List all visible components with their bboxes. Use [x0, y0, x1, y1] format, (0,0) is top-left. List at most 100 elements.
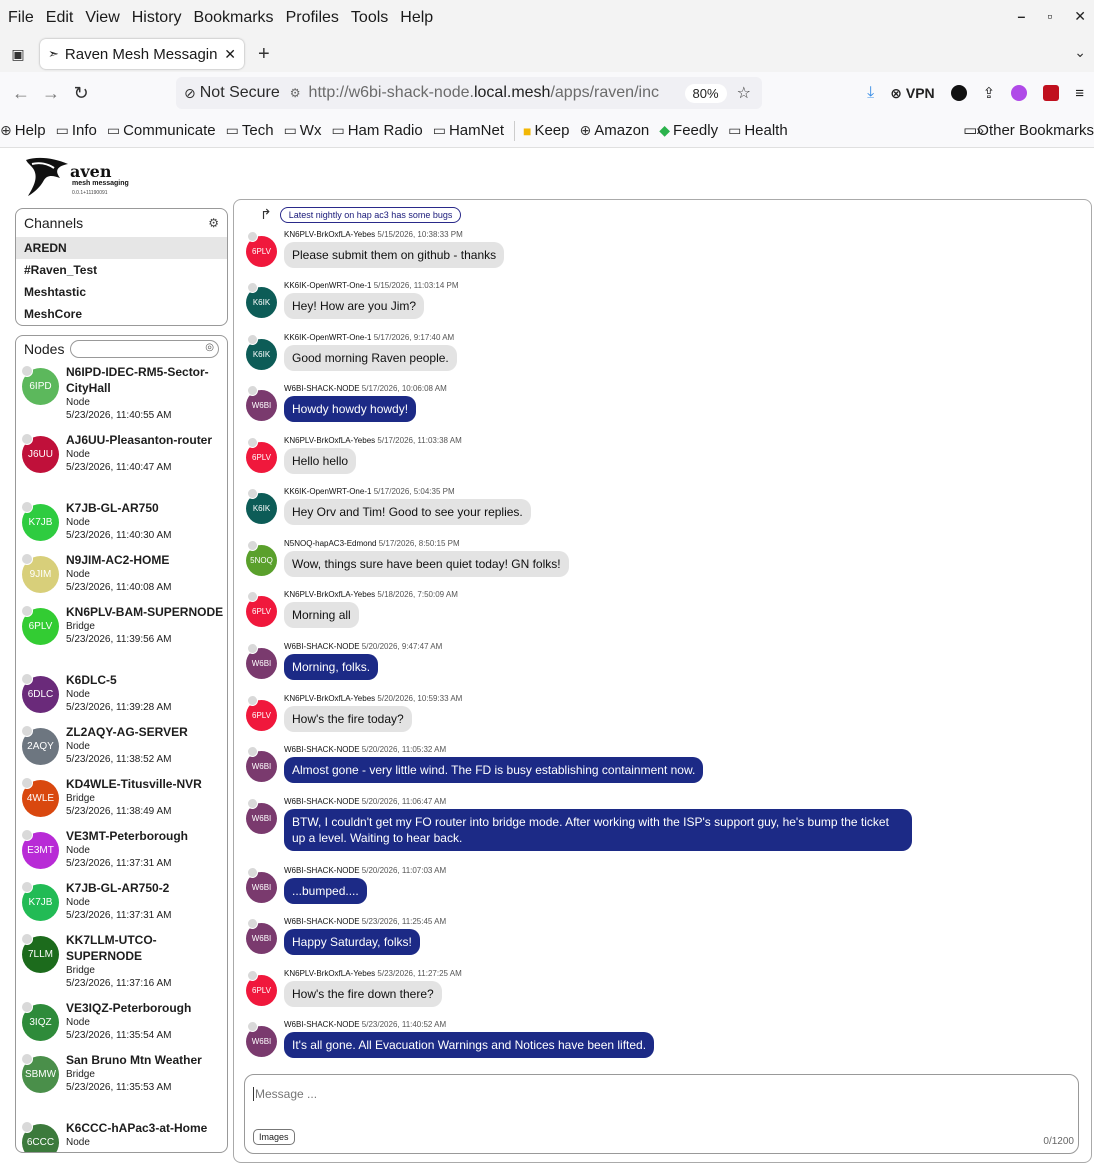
- node-item[interactable]: J6UU AJ6UU-Pleasanton-router Node 5/23/2026…: [16, 430, 227, 498]
- node-item[interactable]: 9JIM N9JIM-AC2-HOME Node 5/23/2026, 11:40:0…: [16, 550, 227, 602]
- bookmark-tech[interactable]: ▭ Tech: [226, 122, 274, 139]
- menu-profiles[interactable]: Profiles: [286, 9, 339, 27]
- menu-edit[interactable]: Edit: [46, 9, 74, 27]
- menu-bookmarks[interactable]: Bookmarks: [194, 9, 274, 27]
- bookmark-keep[interactable]: ■ Keep: [523, 122, 570, 139]
- menu-tools[interactable]: Tools: [351, 9, 388, 27]
- node-search-input[interactable]: ◎: [70, 340, 219, 358]
- app-menu-icon[interactable]: ≡: [1075, 85, 1084, 102]
- node-item[interactable]: 7LLM KK7LLM-UTCO-SUPERNODE Bridge 5/23/2026…: [16, 930, 227, 998]
- back-icon[interactable]: ←: [6, 83, 36, 104]
- reload-icon[interactable]: ↻: [66, 83, 96, 104]
- message-bubble[interactable]: Hello hello: [284, 448, 357, 474]
- node-item[interactable]: 6DLC K6DLC-5 Node 5/23/2026, 11:39:28 AM: [16, 670, 227, 722]
- reply-preview[interactable]: ↱ Latest nightly on hap ac3 has some bug…: [260, 206, 462, 223]
- message-sender[interactable]: W6BI-SHACK-NODE: [284, 866, 360, 875]
- message-bubble[interactable]: Morning all: [284, 602, 359, 628]
- message-sender[interactable]: KN6PLV-BrkOxfLA-Yebes: [284, 969, 375, 978]
- bookmark-amazon[interactable]: ⊕ Amazon: [580, 122, 650, 139]
- bookmark-ham-radio[interactable]: ▭ Ham Radio: [331, 122, 422, 139]
- bookmark-feedly[interactable]: ◆ Feedly: [659, 122, 718, 139]
- node-item[interactable]: E3MT VE3MT-Peterborough Node 5/23/2026, 11:…: [16, 826, 227, 878]
- close-tab-icon[interactable]: ✕: [224, 46, 236, 63]
- node-item[interactable]: 6CCC K6CCC-hAPac3-at-Home Node: [16, 1118, 227, 1152]
- message-sender[interactable]: KN6PLV-BrkOxfLA-Yebes: [284, 230, 375, 239]
- share-icon[interactable]: ⇪: [983, 84, 996, 102]
- message-composer[interactable]: Message ... Images 0/1200: [244, 1074, 1079, 1154]
- download-icon[interactable]: ⤓: [867, 84, 874, 102]
- message-sender[interactable]: KK6IK-OpenWRT-One-1: [284, 333, 371, 342]
- bookmark-info[interactable]: ▭ Info: [56, 122, 97, 139]
- chevron-down-icon[interactable]: ⌄: [1074, 44, 1086, 61]
- message-bubble[interactable]: Good morning Raven people.: [284, 345, 457, 371]
- menu-view[interactable]: View: [85, 9, 119, 27]
- message-sender[interactable]: W6BI-SHACK-NODE: [284, 797, 360, 806]
- record-extension-icon[interactable]: [950, 85, 967, 101]
- close-window-icon[interactable]: ✕: [1074, 8, 1086, 25]
- images-button[interactable]: Images: [253, 1129, 295, 1145]
- zoom-badge[interactable]: 80%: [684, 83, 727, 103]
- node-item[interactable]: 3IQZ VE3IQZ-Peterborough Node 5/23/2026, 11…: [16, 998, 227, 1050]
- message-input[interactable]: Message ...: [253, 1087, 317, 1101]
- node-item[interactable]: 2AQY ZL2AQY-AG-SERVER Node 5/23/2026, 11:38…: [16, 722, 227, 774]
- minimize-icon[interactable]: –: [1018, 8, 1026, 25]
- menu-file[interactable]: File: [8, 9, 34, 27]
- bookmark-communicate[interactable]: ▭ Communicate: [107, 122, 216, 139]
- vpn-button[interactable]: ⊗ VPN: [890, 85, 934, 102]
- maximize-icon[interactable]: ▫: [1047, 8, 1052, 25]
- insecure-lock-icon[interactable]: ⊘: [184, 85, 196, 102]
- message-sender[interactable]: KN6PLV-BrkOxfLA-Yebes: [284, 590, 375, 599]
- channel-meshcore[interactable]: MeshCore: [16, 303, 227, 325]
- message-bubble[interactable]: Hey! How are you Jim?: [284, 293, 425, 319]
- channel-aredn[interactable]: AREDN: [16, 237, 227, 259]
- message-sender[interactable]: W6BI-SHACK-NODE: [284, 1020, 360, 1029]
- tab-list-icon[interactable]: ▣: [0, 46, 36, 63]
- message-bubble[interactable]: Wow, things sure have been quiet today! …: [284, 551, 569, 577]
- bookmark-star-icon[interactable]: ☆: [737, 83, 751, 103]
- message-bubble[interactable]: Almost gone - very little wind. The FD i…: [284, 757, 704, 783]
- other-bookmarks[interactable]: ▭ Other Bookmarks: [963, 121, 1094, 140]
- message-sender[interactable]: KN6PLV-BrkOxfLA-Yebes: [284, 694, 375, 703]
- message-bubble[interactable]: Happy Saturday, folks!: [284, 929, 420, 955]
- url-text[interactable]: http://w6bi-shack-node.local.mesh/apps/r…: [309, 84, 679, 102]
- message-sender[interactable]: W6BI-SHACK-NODE: [284, 917, 360, 926]
- puzzle-extension-icon[interactable]: [1011, 85, 1028, 101]
- message-bubble[interactable]: BTW, I couldn't get my FO router into br…: [284, 809, 912, 851]
- permissions-icon[interactable]: ⚙: [290, 86, 301, 100]
- node-item[interactable]: K7JB K7JB-GL-AR750 Node 5/23/2026, 11:40:30…: [16, 498, 227, 550]
- message-bubble[interactable]: ...bumped....: [284, 878, 367, 904]
- message-bubble[interactable]: Hey Orv and Tim! Good to see your replie…: [284, 499, 531, 525]
- bookmark-health[interactable]: ▭ Health: [728, 122, 788, 139]
- message-bubble[interactable]: How's the fire today?: [284, 706, 412, 732]
- message-sender[interactable]: KK6IK-OpenWRT-One-1: [284, 487, 371, 496]
- message-bubble[interactable]: Please submit them on github - thanks: [284, 242, 505, 268]
- node-item[interactable]: 6IPD N6IPD-IDEC-RM5-Sector-CityHall Node 5/…: [16, 362, 227, 430]
- message-bubble[interactable]: Morning, folks.: [284, 654, 379, 680]
- node-item[interactable]: K7JB K7JB-GL-AR750-2 Node 5/23/2026, 11:37:…: [16, 878, 227, 930]
- node-item[interactable]: SBMW San Bruno Mtn Weather Bridge 5/23/2026…: [16, 1050, 227, 1118]
- message-bubble[interactable]: Howdy howdy howdy!: [284, 396, 417, 422]
- message-bubble[interactable]: It's all gone. All Evacuation Warnings a…: [284, 1032, 655, 1058]
- bookmark-wx[interactable]: ▭ Wx: [284, 122, 322, 139]
- message-sender[interactable]: W6BI-SHACK-NODE: [284, 745, 360, 754]
- message-sender[interactable]: W6BI-SHACK-NODE: [284, 384, 360, 393]
- gear-icon[interactable]: ⚙: [208, 216, 219, 230]
- reply-preview-text[interactable]: Latest nightly on hap ac3 has some bugs: [279, 206, 462, 223]
- forward-icon[interactable]: →: [36, 83, 66, 104]
- node-item[interactable]: 6PLV KN6PLV-BAM-SUPERNODE Bridge 5/23/2026,…: [16, 602, 227, 670]
- bookmark-help[interactable]: ⊕ Help: [0, 122, 46, 139]
- bookmark-hamnet[interactable]: ▭ HamNet: [433, 122, 504, 139]
- message-bubble[interactable]: How's the fire down there?: [284, 981, 442, 1007]
- address-bar[interactable]: ⊘ Not Secure ⚙ http://w6bi-shack-node.lo…: [176, 77, 762, 109]
- ublock-icon[interactable]: [1043, 85, 1060, 101]
- new-tab-icon[interactable]: +: [258, 43, 270, 66]
- message-sender[interactable]: KN6PLV-BrkOxfLA-Yebes: [284, 436, 375, 445]
- tab-raven[interactable]: ➣ Raven Mesh Messagin ✕: [40, 39, 244, 69]
- channel-raven-test[interactable]: #Raven_Test: [16, 259, 227, 281]
- message-sender[interactable]: KK6IK-OpenWRT-One-1: [284, 281, 371, 290]
- message-sender[interactable]: W6BI-SHACK-NODE: [284, 642, 360, 651]
- message-sender[interactable]: N5NOQ-hapAC3-Edmond: [284, 539, 376, 548]
- node-item[interactable]: 4WLE KD4WLE-Titusville-NVR Bridge 5/23/2026…: [16, 774, 227, 826]
- menu-history[interactable]: History: [132, 9, 182, 27]
- menu-help[interactable]: Help: [400, 9, 433, 27]
